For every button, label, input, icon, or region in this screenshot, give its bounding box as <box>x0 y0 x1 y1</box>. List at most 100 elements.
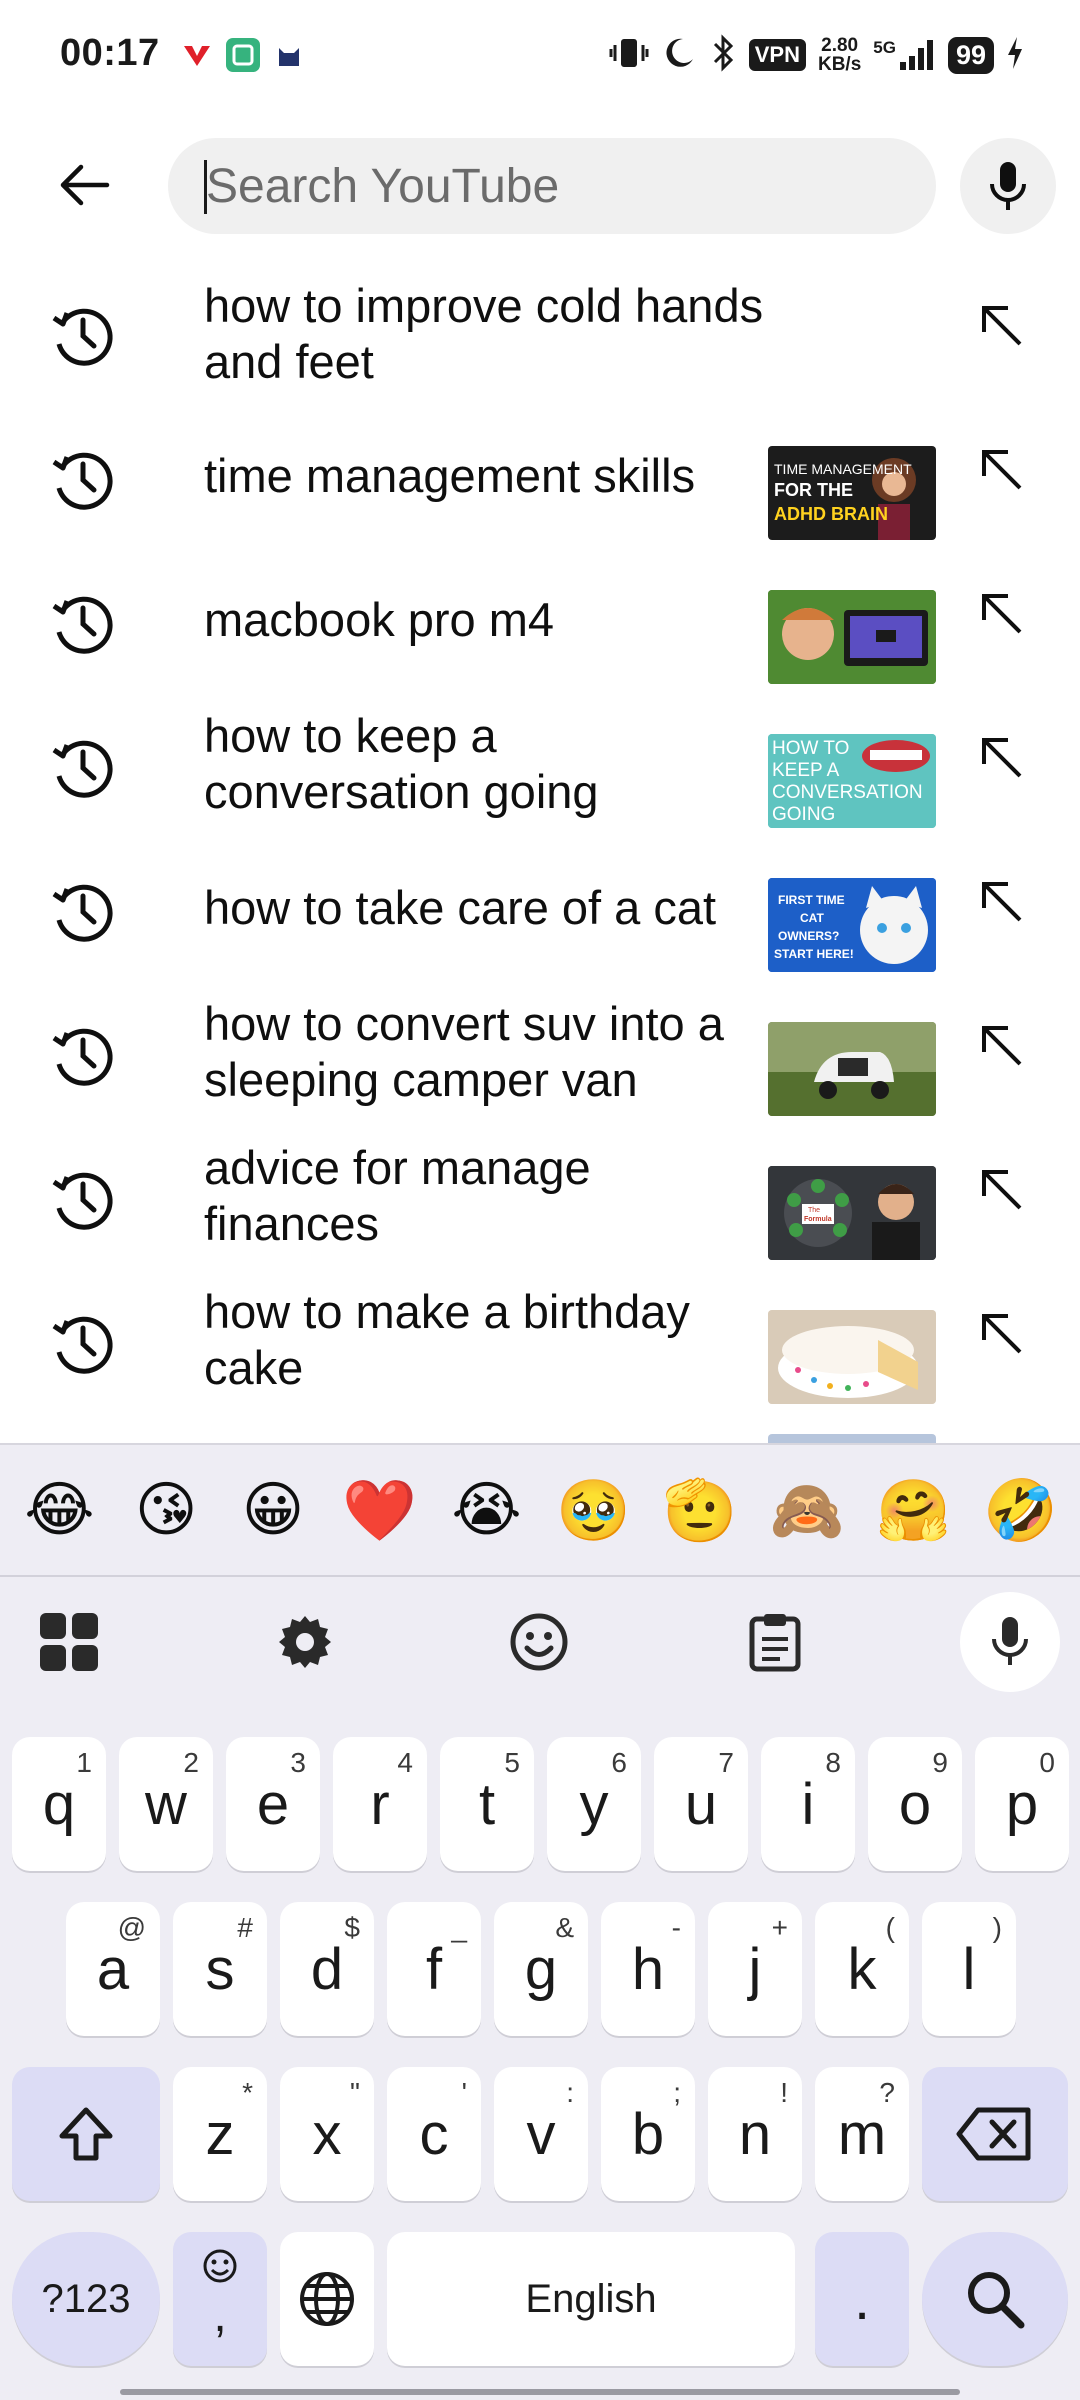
history-icon <box>52 1172 113 1230</box>
key-n[interactable]: n! <box>708 2067 802 2201</box>
keyboard-toolbar <box>0 1577 1080 1707</box>
key-d[interactable]: d $ <box>280 1902 374 2036</box>
key-i[interactable]: i8 <box>761 1737 855 1871</box>
key-s[interactable]: s # <box>173 1902 267 2036</box>
bluetooth-icon <box>709 33 737 77</box>
key-f[interactable]: f _ <box>387 1902 481 2036</box>
fill-query-arrow-icon[interactable] <box>974 298 1030 354</box>
microphone-icon <box>990 162 1026 210</box>
emoji-key[interactable]: ❤️ <box>330 1475 430 1546</box>
comma-emoji-key[interactable]: , <box>173 2232 267 2366</box>
suggestion-item[interactable]: how to improve cold hands and feet <box>0 260 1080 404</box>
history-icon <box>52 596 113 654</box>
key-letter: i <box>801 1771 815 1837</box>
key-hint: 2 <box>183 1747 199 1778</box>
emoji-key[interactable]: 😭 <box>437 1475 537 1545</box>
notification-icon-cat <box>272 38 306 72</box>
key-letter: r <box>370 1771 390 1837</box>
key-o[interactable]: o9 <box>868 1737 962 1871</box>
apps-grid-button[interactable] <box>34 1607 104 1677</box>
key-r[interactable]: r4 <box>333 1737 427 1871</box>
suggestion-item[interactable]: macbook pro m4 <box>0 548 1080 692</box>
search-action-key[interactable] <box>922 2232 1068 2366</box>
key-q[interactable]: q1 <box>12 1737 106 1871</box>
key-letter: v <box>526 2101 556 2167</box>
history-icon <box>52 452 113 510</box>
shift-key[interactable] <box>12 2067 160 2201</box>
fill-query-arrow-icon[interactable] <box>974 730 1030 786</box>
key-t[interactable]: t5 <box>440 1737 534 1871</box>
key-h[interactable]: h- <box>601 1902 695 2036</box>
fill-query-arrow-icon[interactable] <box>974 874 1030 930</box>
suggestion-item[interactable]: how to convert suv into a sleeping campe… <box>0 980 1080 1124</box>
suggestion-text: how to keep a conversation going <box>204 709 599 818</box>
key-letter: s <box>205 1936 235 2002</box>
fill-query-arrow-icon[interactable] <box>974 586 1030 642</box>
search-box[interactable] <box>168 138 936 234</box>
back-button[interactable] <box>40 140 130 230</box>
thumbnail-text: GOING <box>772 804 835 825</box>
gesture-navigation-bar[interactable] <box>120 2389 960 2395</box>
search-suggestions-list: how to improve cold hands and feet time … <box>0 260 1080 1445</box>
language-switch-key[interactable] <box>280 2232 374 2366</box>
settings-button[interactable] <box>270 1607 340 1677</box>
search-input[interactable] <box>206 138 906 234</box>
emoji-key[interactable]: 🤣 <box>971 1475 1071 1546</box>
emoji-panel-button[interactable] <box>504 1607 574 1677</box>
emoji-key[interactable]: 😂 <box>9 1475 109 1545</box>
emoji-key[interactable]: 😀 <box>223 1475 323 1545</box>
emoji-key[interactable]: 🤗 <box>864 1475 964 1546</box>
period-key[interactable]: . <box>815 2232 909 2366</box>
fill-query-arrow-icon[interactable] <box>974 1306 1030 1362</box>
suggestion-item[interactable]: advice for manage finances The Formula <box>0 1124 1080 1268</box>
suggestion-item[interactable]: how to take care of a cat FIRST TIME CAT… <box>0 836 1080 980</box>
clipboard-button[interactable] <box>740 1607 810 1677</box>
backspace-key[interactable] <box>922 2067 1068 2201</box>
key-u[interactable]: u7 <box>654 1737 748 1871</box>
key-y[interactable]: y6 <box>547 1737 641 1871</box>
suggestion-item-partial[interactable] <box>0 1412 1080 1445</box>
numbers-symbols-key[interactable]: ?123 <box>12 2232 160 2366</box>
emoji-key[interactable]: 🫡 <box>650 1475 750 1546</box>
suggestion-item[interactable]: time management skills TIME MANAGEMENT F… <box>0 404 1080 548</box>
suggestion-item[interactable]: how to make a birthday cake <box>0 1268 1080 1412</box>
key-hint: 4 <box>397 1747 413 1778</box>
fill-query-arrow-icon[interactable] <box>974 442 1030 498</box>
key-hint: ( <box>885 1912 895 1943</box>
fill-query-arrow-icon[interactable] <box>974 1162 1030 1218</box>
key-hint: ? <box>879 2077 895 2108</box>
key-e[interactable]: e3 <box>226 1737 320 1871</box>
key-hint: ' <box>461 2077 467 2108</box>
key-p[interactable]: p0 <box>975 1737 1069 1871</box>
key-c[interactable]: c ' <box>387 2067 481 2201</box>
key-hint: 0 <box>1039 1747 1055 1778</box>
shift-arrow-icon <box>59 2107 113 2161</box>
key-j[interactable]: j + <box>708 1902 802 2036</box>
key-hint: : <box>566 2077 574 2108</box>
key-hint: - <box>671 1912 681 1943</box>
key-a[interactable]: a @ <box>66 1902 160 2036</box>
key-v[interactable]: v: <box>494 2067 588 2201</box>
key-k[interactable]: k( <box>815 1902 909 2036</box>
key-hint: 7 <box>718 1747 734 1778</box>
key-l[interactable]: l) <box>922 1902 1016 2036</box>
key-b[interactable]: b; <box>601 2067 695 2201</box>
key-w[interactable]: w2 <box>119 1737 213 1871</box>
key-g[interactable]: g & <box>494 1902 588 2036</box>
globe-icon <box>300 2272 354 2326</box>
key-letter: y <box>579 1771 609 1837</box>
key-letter: b <box>631 2101 665 2167</box>
key-x[interactable]: x " <box>280 2067 374 2201</box>
space-bar[interactable]: English <box>387 2232 795 2366</box>
thumbnail-text: FIRST TIME <box>778 893 845 907</box>
network-type: 5G <box>873 38 896 57</box>
key-m[interactable]: m? <box>815 2067 909 2201</box>
emoji-key[interactable]: 😘 <box>116 1475 216 1545</box>
keyboard-voice-button[interactable] <box>960 1592 1060 1692</box>
key-z[interactable]: z * <box>173 2067 267 2201</box>
suggestion-item[interactable]: how to keep a conversation going HOW TO … <box>0 692 1080 836</box>
fill-query-arrow-icon[interactable] <box>974 1018 1030 1074</box>
emoji-key[interactable]: 🥹 <box>543 1475 643 1546</box>
voice-search-button[interactable] <box>960 138 1056 234</box>
emoji-key[interactable]: 🙈 <box>757 1475 857 1546</box>
